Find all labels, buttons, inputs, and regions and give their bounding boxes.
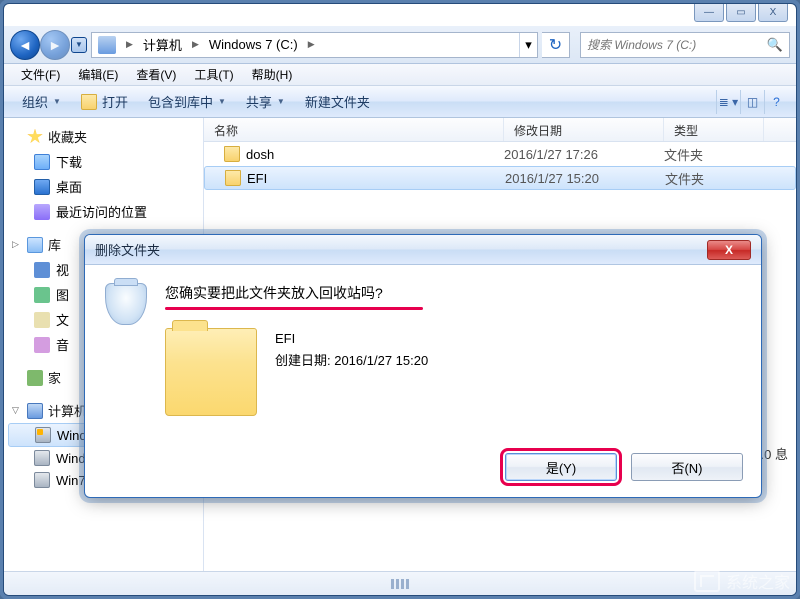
dialog-item-created: 创建日期: 2016/1/27 15:20: [275, 350, 428, 372]
search-box[interactable]: 🔍: [580, 32, 790, 58]
statusbar: [4, 571, 796, 595]
view-options-button[interactable]: ≣ ▾: [716, 90, 740, 114]
forward-button[interactable]: ►: [40, 30, 70, 60]
folder-icon: [224, 146, 240, 162]
dialog-title: 删除文件夹: [95, 240, 160, 259]
computer-icon: [27, 403, 43, 419]
dialog-titlebar[interactable]: 删除文件夹 X: [85, 235, 761, 265]
dialog-close-button[interactable]: X: [707, 240, 751, 260]
include-button[interactable]: 包含到库中▼: [138, 89, 236, 114]
help-icon[interactable]: ?: [764, 90, 788, 114]
star-icon: [27, 129, 43, 145]
downloads-icon: [34, 154, 50, 170]
newfolder-button[interactable]: 新建文件夹: [295, 89, 380, 114]
breadcrumb-computer[interactable]: 计算机: [139, 33, 186, 57]
recycle-bin-icon: [105, 283, 147, 325]
back-button[interactable]: ◄: [10, 30, 40, 60]
folder-icon: [225, 170, 241, 186]
menu-edit[interactable]: 编辑(E): [69, 64, 127, 85]
refresh-button[interactable]: ↻: [542, 32, 570, 58]
homegroup-icon: [27, 370, 43, 386]
yes-button[interactable]: 是(Y): [505, 453, 617, 481]
menu-tools[interactable]: 工具(T): [185, 64, 242, 85]
dialog-message: 您确实要把此文件夹放入回收站吗?: [165, 283, 741, 303]
folder-icon: [81, 94, 97, 110]
drive-icon: [34, 472, 50, 488]
column-headers: 名称 修改日期 类型: [204, 118, 796, 142]
breadcrumb-drive[interactable]: Windows 7 (C:): [205, 33, 302, 57]
menu-file[interactable]: 文件(F): [12, 64, 69, 85]
search-input[interactable]: [587, 38, 767, 52]
drive-icon: [34, 450, 50, 466]
drive-icon: [35, 427, 51, 443]
menu-view[interactable]: 查看(V): [127, 64, 185, 85]
toolbar: 组织▼ 打开 包含到库中▼ 共享▼ 新建文件夹 ≣ ▾ ◫ ?: [4, 86, 796, 118]
share-button[interactable]: 共享▼: [236, 89, 295, 114]
search-icon[interactable]: 🔍: [767, 37, 783, 53]
nav-row: ◄ ► ▼ ▶ 计算机 ▶ Windows 7 (C:) ▶ ▾ ↻ 🔍: [4, 26, 796, 64]
resize-grip[interactable]: [391, 579, 409, 589]
watermark-logo-icon: [694, 570, 720, 592]
video-icon: [34, 262, 50, 278]
file-row[interactable]: EFI 2016/1/27 15:20 文件夹: [204, 166, 796, 190]
breadcrumb-dropdown[interactable]: ▾: [519, 33, 537, 57]
menubar: 文件(F) 编辑(E) 查看(V) 工具(T) 帮助(H): [4, 64, 796, 86]
desktop-icon: [34, 179, 50, 195]
titlebar-controls: — ▭ X: [694, 4, 788, 22]
sidebar-favorites[interactable]: 收藏夹: [4, 124, 203, 149]
chevron-right-icon[interactable]: ▶: [188, 39, 203, 50]
recent-icon: [34, 204, 50, 220]
breadcrumb[interactable]: ▶ 计算机 ▶ Windows 7 (C:) ▶ ▾: [91, 32, 538, 58]
music-icon: [34, 337, 50, 353]
col-name[interactable]: 名称: [204, 118, 504, 141]
sidebar-recent[interactable]: 最近访问的位置: [4, 199, 203, 224]
watermark: 系统之家: [694, 569, 790, 593]
maximize-button[interactable]: ▭: [726, 4, 756, 22]
history-dropdown[interactable]: ▼: [71, 37, 87, 53]
delete-dialog: 删除文件夹 X 您确实要把此文件夹放入回收站吗? EFI 创建日期: 2016/…: [84, 234, 762, 498]
chevron-right-icon[interactable]: ▶: [122, 39, 137, 50]
sidebar-desktop[interactable]: 桌面: [4, 174, 203, 199]
menu-help[interactable]: 帮助(H): [243, 64, 302, 85]
dialog-item-name: EFI: [275, 328, 428, 350]
library-icon: [27, 237, 43, 253]
no-button[interactable]: 否(N): [631, 453, 743, 481]
doc-icon: [34, 312, 50, 328]
organize-button[interactable]: 组织▼: [12, 89, 71, 114]
col-date[interactable]: 修改日期: [504, 118, 664, 141]
folder-large-icon: [165, 328, 257, 416]
preview-pane-button[interactable]: ◫: [740, 90, 764, 114]
annotation-underline: [165, 307, 423, 310]
close-button[interactable]: X: [758, 4, 788, 22]
col-type[interactable]: 类型: [664, 118, 764, 141]
chevron-right-icon[interactable]: ▶: [304, 39, 319, 50]
file-row[interactable]: dosh 2016/1/27 17:26 文件夹: [204, 142, 796, 166]
computer-icon: [98, 36, 116, 54]
picture-icon: [34, 287, 50, 303]
minimize-button[interactable]: —: [694, 4, 724, 22]
sidebar-downloads[interactable]: 下载: [4, 149, 203, 174]
open-button[interactable]: 打开: [71, 89, 138, 114]
